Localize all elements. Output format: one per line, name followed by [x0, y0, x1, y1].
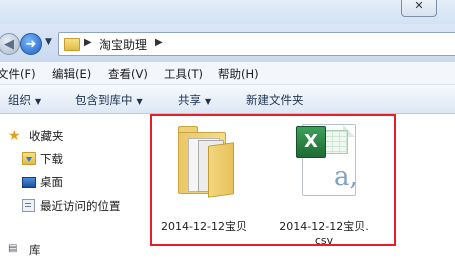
file-name-line2: csv — [314, 234, 334, 247]
folder-icon — [178, 124, 234, 198]
forward-arrow-icon: ➜ — [25, 36, 37, 52]
back-arrow-icon: ◀ — [4, 36, 14, 52]
nav-libraries-label: 库 — [29, 243, 41, 257]
nav-recent-label: 最近访问的位置 — [40, 199, 121, 213]
address-row: ◀ ➜ ▼ ▶ 淘宝助理 ▶ — [0, 24, 455, 62]
new-folder-button[interactable]: 新建文件夹 — [246, 92, 304, 108]
nav-recent-places[interactable]: 最近访问的位置 — [0, 196, 148, 216]
nav-favorites[interactable]: ★ 收藏夹 — [0, 126, 148, 146]
nav-libraries[interactable]: ▤ 库 — [0, 240, 148, 260]
breadcrumb-chevron-icon[interactable]: ▶ — [155, 37, 163, 48]
nav-favorites-label: 收藏夹 — [29, 129, 64, 143]
file-item-csv[interactable]: X a, 2014-12-12宝贝. csv — [274, 114, 374, 250]
file-name-line1: 2014-12-12宝贝. — [279, 220, 369, 233]
menu-file[interactable]: 文件(F) — [0, 66, 36, 82]
include-in-library-label: 包含到库中 — [75, 93, 133, 107]
dropdown-caret-icon: ▼ — [205, 97, 212, 106]
recent-places-icon — [22, 199, 35, 212]
excel-csv-icon: X a, — [296, 122, 358, 196]
menu-tools[interactable]: 工具(T) — [164, 66, 203, 82]
window-title-bar: ✕ — [0, 0, 455, 24]
share-label: 共享 — [178, 93, 201, 107]
forward-button[interactable]: ➜ — [20, 33, 42, 55]
dropdown-caret-icon: ▼ — [35, 97, 42, 106]
address-bar[interactable]: ▶ 淘宝助理 ▶ — [58, 32, 455, 56]
breadcrumb-current-folder[interactable]: 淘宝助理 — [99, 36, 147, 53]
file-name: 2014-12-12宝贝 — [161, 220, 247, 233]
navigation-pane: ★ 收藏夹 下载 桌面 最近访问的位置 ▤ 库 — [0, 114, 148, 257]
menu-edit[interactable]: 编辑(E) — [52, 66, 91, 82]
command-bar: 组织 ▼ 包含到库中 ▼ 共享 ▼ 新建文件夹 — [0, 85, 455, 114]
history-dropdown-icon[interactable]: ▼ — [45, 37, 52, 47]
window-close-button[interactable]: ✕ — [401, 0, 437, 17]
organize-label: 组织 — [8, 93, 31, 107]
menu-view[interactable]: 查看(V) — [108, 66, 148, 82]
close-icon: ✕ — [414, 0, 424, 12]
file-item-folder[interactable]: 2014-12-12宝贝 — [154, 114, 254, 250]
back-button[interactable]: ◀ — [0, 33, 20, 55]
folder-icon — [64, 38, 80, 51]
nav-desktop-label: 桌面 — [40, 175, 63, 189]
include-in-library-button[interactable]: 包含到库中 ▼ — [75, 92, 143, 108]
nav-downloads-label: 下载 — [40, 152, 63, 166]
nav-desktop[interactable]: 桌面 — [0, 172, 148, 192]
nav-downloads[interactable]: 下载 — [0, 149, 148, 169]
organize-button[interactable]: 组织 ▼ — [8, 92, 41, 108]
download-folder-icon — [22, 152, 36, 165]
share-button[interactable]: 共享 ▼ — [178, 92, 211, 108]
menu-bar: 文件(F) 编辑(E) 查看(V) 工具(T) 帮助(H) — [0, 62, 455, 85]
menu-help[interactable]: 帮助(H) — [218, 66, 259, 82]
dropdown-caret-icon: ▼ — [136, 97, 143, 106]
file-list-pane: 2014-12-12宝贝 X a, 2014-12-12宝贝. csv — [148, 114, 455, 250]
desktop-icon — [22, 177, 36, 188]
star-icon: ★ — [8, 128, 21, 144]
breadcrumb-chevron-icon[interactable]: ▶ — [84, 37, 92, 48]
